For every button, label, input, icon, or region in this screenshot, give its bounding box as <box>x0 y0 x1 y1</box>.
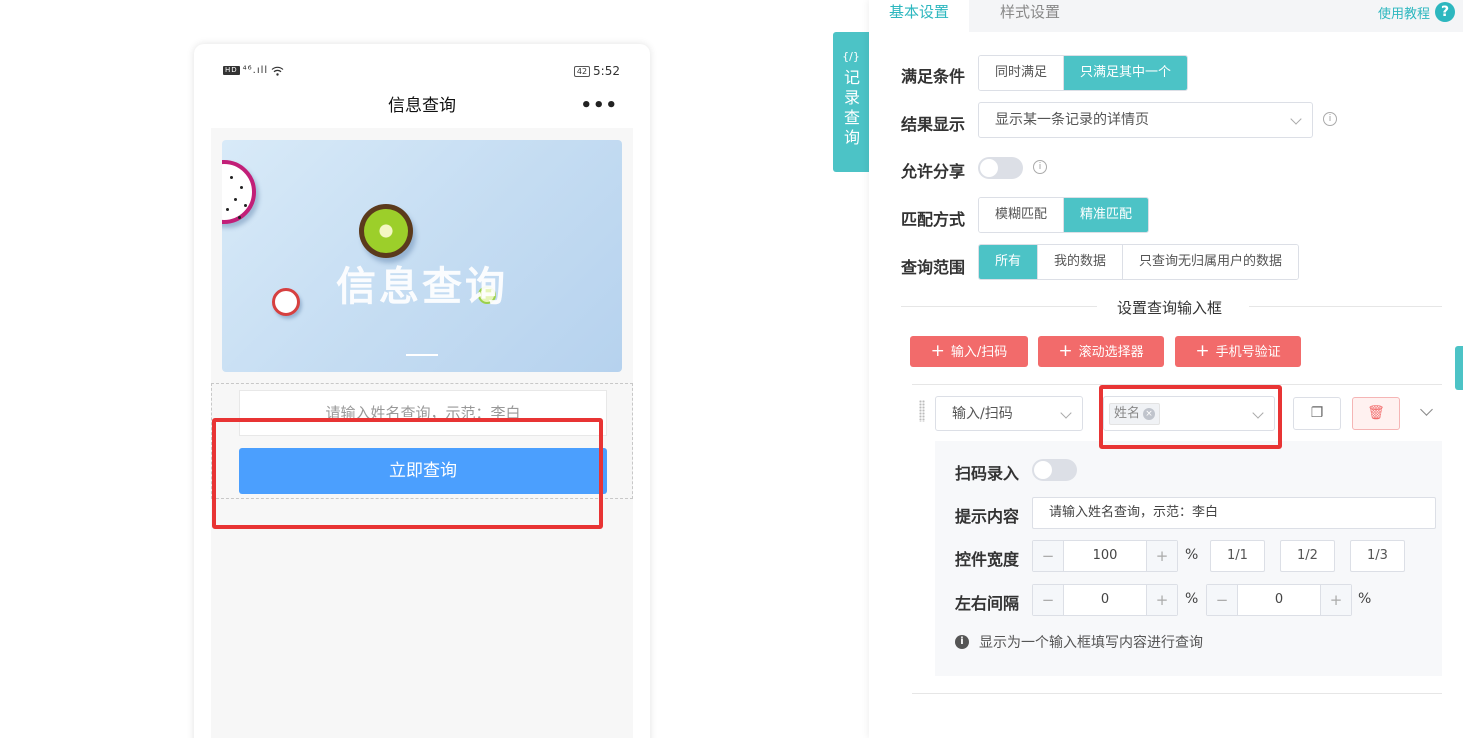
status-bar: HD ⁴⁶.ıll 42 5:52 <box>194 44 650 84</box>
scope-option-unowned[interactable]: 只查询无归属用户的数据 <box>1123 245 1299 279</box>
scope-label: 查询范围 <box>901 258 966 277</box>
width-increment-button[interactable]: + <box>1146 541 1177 571</box>
width-preset-full[interactable]: 1/1 <box>1210 540 1265 572</box>
share-toggle[interactable] <box>978 157 1023 179</box>
battery-icon: 42 <box>573 65 591 77</box>
record-query-side-tab[interactable]: {/} 记录查询 <box>833 32 869 172</box>
width-stepper: − 100 + <box>1032 540 1178 572</box>
field-info-hint: i 显示为一个输入框填写内容进行查询 <box>955 632 1203 652</box>
drag-handle-icon[interactable] <box>919 400 925 422</box>
question-icon: ? <box>1435 2 1455 22</box>
help-label: 使用教程 <box>1377 6 1430 22</box>
field-info-text: 显示为一个输入框填写内容进行查询 <box>979 635 1203 651</box>
gap-left-percent-label: % <box>1185 591 1199 607</box>
condition-toggle-group: 同时满足 只满足其中一个 <box>978 55 1189 91</box>
info-icon[interactable]: i <box>1323 112 1337 126</box>
hd-icon: HD <box>223 66 240 75</box>
field-type-value: 输入/扫码 <box>952 406 1013 422</box>
divider-right <box>1249 306 1442 307</box>
info-icon: i <box>955 635 969 649</box>
field-row-bottom-divider <box>912 693 1442 694</box>
more-icon[interactable]: ••• <box>580 96 618 116</box>
tab-style-settings[interactable]: 样式设置 <box>1000 0 1060 32</box>
expand-chevron-icon[interactable] <box>1420 403 1433 416</box>
field-detail-panel: 扫码录入 提示内容 请输入姓名查询，示范：李白 控件宽度 − 100 + % 1… <box>935 441 1442 676</box>
field-type-select[interactable]: 输入/扫码 <box>935 396 1083 431</box>
gap-right-percent-label: % <box>1358 591 1372 607</box>
add-input-scan-button[interactable]: + 输入/扫码 <box>910 336 1028 367</box>
width-percent-label: % <box>1185 547 1199 563</box>
wifi-icon <box>271 66 284 76</box>
match-option-fuzzy[interactable]: 模糊匹配 <box>979 198 1065 232</box>
gap-left-increment-button[interactable]: + <box>1146 585 1177 615</box>
settings-panel: 基本设置 样式设置 使用教程 ? 满足条件 同时满足 只满足其中一个 结果显示 … <box>869 0 1463 738</box>
control-width-label: 控件宽度 <box>955 550 1020 569</box>
plus-icon: + <box>1058 341 1073 361</box>
edge-collapse-tab[interactable] <box>1455 346 1463 390</box>
scope-option-all[interactable]: 所有 <box>979 245 1039 279</box>
chevron-down-icon <box>1290 113 1302 125</box>
gap-right-value[interactable]: 0 <box>1238 585 1320 615</box>
gap-left-decrement-button[interactable]: − <box>1033 585 1064 615</box>
add-input-scan-label: 输入/扫码 <box>950 345 1008 360</box>
match-option-exact[interactable]: 精准匹配 <box>1064 198 1149 232</box>
hint-content-label: 提示内容 <box>955 507 1020 526</box>
gap-left-stepper: − 0 + <box>1032 584 1178 616</box>
plus-icon: + <box>930 341 945 361</box>
divider-left <box>901 306 1097 307</box>
gap-right-stepper: − 0 + <box>1206 584 1352 616</box>
width-preset-third[interactable]: 1/3 <box>1350 540 1405 572</box>
dragonfruit-decoration <box>222 160 256 224</box>
kiwi-decoration <box>359 204 413 258</box>
phone-preview: HD ⁴⁶.ıll 42 5:52 信息查询 ••• 信息查询 请输入姓名查询，… <box>194 44 650 738</box>
result-display-select[interactable]: 显示某一条记录的详情页 <box>978 102 1313 138</box>
add-phone-verify-button[interactable]: + 手机号验证 <box>1175 336 1301 367</box>
copy-field-button[interactable]: ❐ <box>1293 397 1341 430</box>
condition-option-all[interactable]: 同时满足 <box>979 56 1065 90</box>
code-icon: {/} <box>842 50 860 63</box>
share-info-icon[interactable]: i <box>1033 160 1047 174</box>
plus-icon: + <box>1195 341 1210 361</box>
tab-basic-settings[interactable]: 基本设置 <box>869 0 969 32</box>
chevron-down-icon <box>1060 407 1072 419</box>
clock: 5:52 <box>593 64 620 78</box>
gap-label: 左右间隔 <box>955 594 1020 613</box>
condition-option-any[interactable]: 只满足其中一个 <box>1064 56 1188 90</box>
match-toggle-group: 模糊匹配 精准匹配 <box>978 197 1150 233</box>
battery-time: 42 5:52 <box>573 64 620 78</box>
width-decrement-button[interactable]: − <box>1033 541 1064 571</box>
add-scroll-picker-label: 滚动选择器 <box>1078 345 1144 360</box>
gap-right-decrement-button[interactable]: − <box>1207 585 1238 615</box>
banner-underline <box>406 354 438 356</box>
banner-title: 信息查询 <box>336 264 508 310</box>
result-label: 结果显示 <box>901 115 966 134</box>
delete-field-button[interactable]: 🗑 <box>1352 397 1400 430</box>
add-phone-verify-label: 手机号验证 <box>1215 345 1281 360</box>
share-label: 允许分享 <box>901 162 966 181</box>
add-scroll-picker-button[interactable]: + 滚动选择器 <box>1038 336 1164 367</box>
width-value[interactable]: 100 <box>1064 541 1146 571</box>
scope-toggle-group: 所有 我的数据 只查询无归属用户的数据 <box>978 244 1300 280</box>
scan-entry-toggle[interactable] <box>1032 459 1077 481</box>
highlight-box-field <box>1099 385 1282 449</box>
match-label: 匹配方式 <box>901 210 966 229</box>
settings-tabs: 基本设置 样式设置 使用教程 ? <box>869 0 1463 32</box>
width-preset-half[interactable]: 1/2 <box>1280 540 1335 572</box>
copy-icon: ❐ <box>1310 405 1324 421</box>
condition-label: 满足条件 <box>901 67 966 86</box>
banner-image: 信息查询 <box>222 140 622 372</box>
gap-right-increment-button[interactable]: + <box>1320 585 1351 615</box>
signal-icon: ⁴⁶.ıll <box>242 65 269 76</box>
gap-left-value[interactable]: 0 <box>1064 585 1146 615</box>
scope-option-mine[interactable]: 我的数据 <box>1038 245 1124 279</box>
help-link[interactable]: 使用教程 ? <box>1378 2 1455 22</box>
scan-entry-label: 扫码录入 <box>955 464 1020 483</box>
side-tab-label: 记录查询 <box>843 68 860 147</box>
hint-content-input[interactable]: 请输入姓名查询，示范：李白 <box>1032 497 1436 529</box>
signal-indicators: HD ⁴⁶.ıll <box>223 65 284 76</box>
highlight-box-form <box>212 418 603 529</box>
trash-icon: 🗑 <box>1367 405 1385 421</box>
result-display-value: 显示某一条记录的详情页 <box>995 112 1149 128</box>
section-title: 设置查询输入框 <box>1117 299 1223 317</box>
